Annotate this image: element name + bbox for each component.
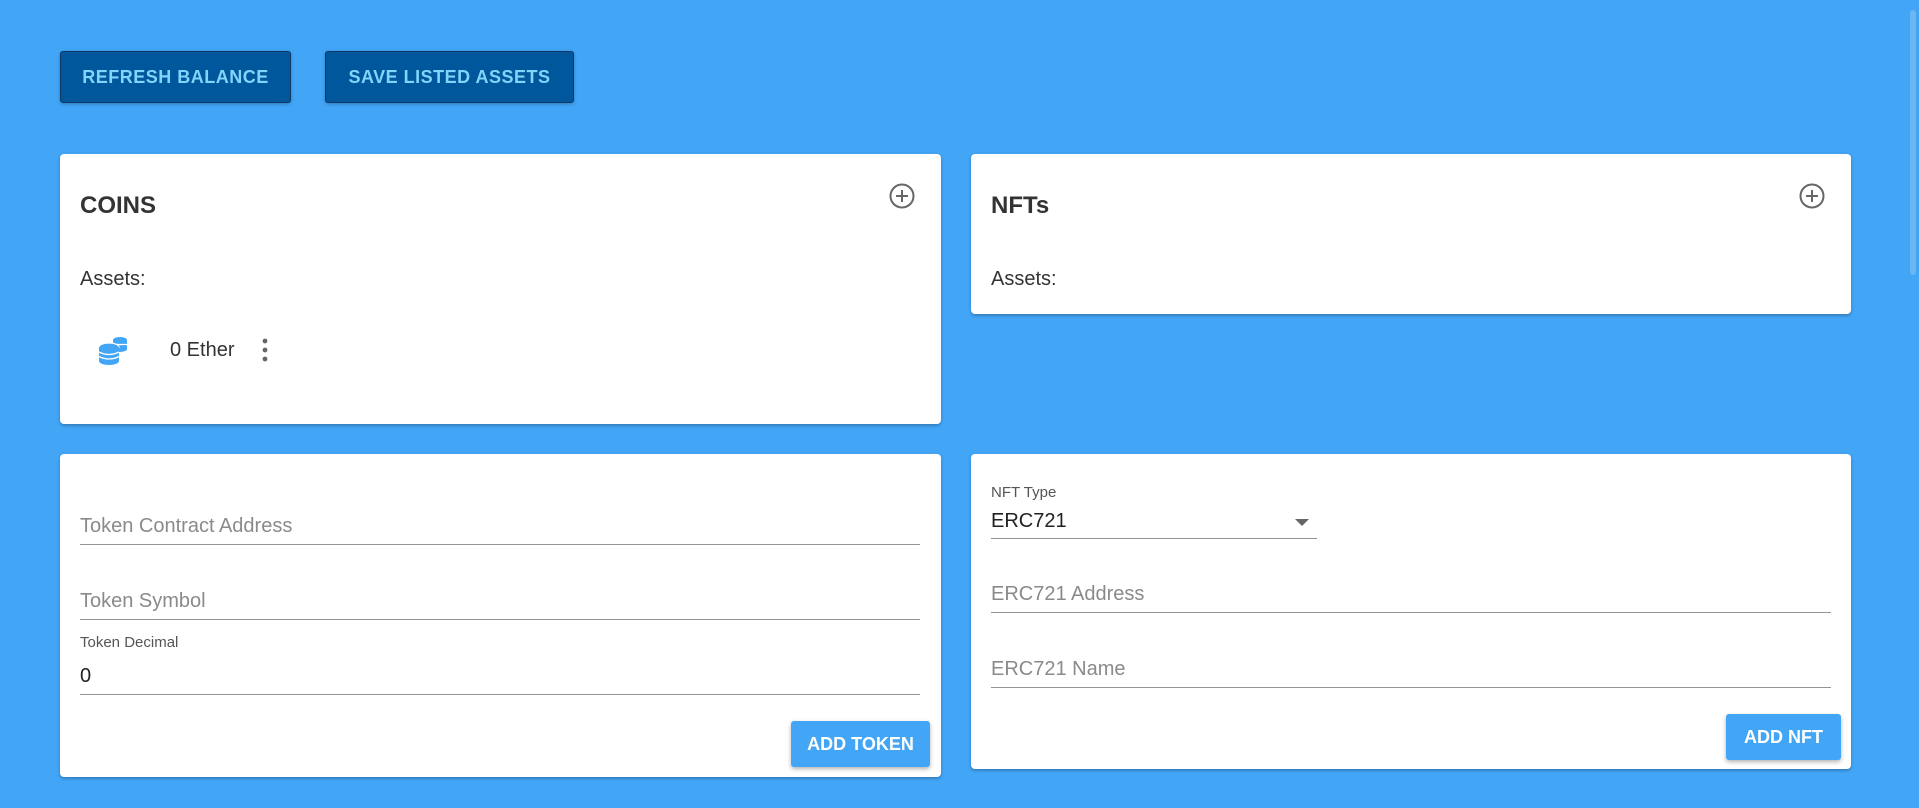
nft-type-label: NFT Type bbox=[991, 484, 1057, 501]
coins-card-title: COINS bbox=[80, 192, 157, 219]
dropdown-arrow-icon bbox=[1295, 519, 1309, 526]
token-contract-address-input[interactable] bbox=[80, 515, 920, 538]
token-symbol-field bbox=[80, 557, 920, 620]
save-listed-assets-button[interactable]: SAVE LISTED ASSETS bbox=[325, 51, 574, 103]
erc721-address-field bbox=[991, 550, 1831, 613]
coin-balance-text: 0 Ether bbox=[170, 338, 235, 361]
vertical-scrollbar[interactable] bbox=[1907, 0, 1919, 808]
nfts-card: NFTs Assets: bbox=[971, 154, 1851, 314]
more-vert-icon[interactable] bbox=[260, 337, 270, 363]
erc721-name-field bbox=[991, 625, 1831, 688]
token-decimal-field: Token Decimal bbox=[80, 632, 920, 695]
coins-icon bbox=[98, 337, 127, 365]
add-circle-icon[interactable] bbox=[1797, 181, 1827, 211]
erc721-address-input[interactable] bbox=[991, 583, 1831, 606]
add-circle-icon[interactable] bbox=[887, 181, 917, 211]
scrollbar-thumb[interactable] bbox=[1910, 10, 1916, 275]
coins-card: COINS Assets: 0 Ether bbox=[60, 154, 941, 424]
add-nft-button[interactable]: ADD NFT bbox=[1726, 714, 1841, 760]
token-symbol-input[interactable] bbox=[80, 590, 920, 613]
erc721-name-input[interactable] bbox=[991, 658, 1831, 681]
nft-type-value: ERC721 bbox=[991, 510, 1067, 532]
token-decimal-input[interactable] bbox=[80, 665, 920, 688]
add-nft-card: NFT Type ERC721 ADD NFT bbox=[971, 454, 1851, 769]
add-token-card: Token Decimal ADD TOKEN bbox=[60, 454, 941, 777]
coin-list-item: 0 Ether bbox=[96, 330, 270, 370]
nfts-card-title: NFTs bbox=[991, 192, 1050, 219]
refresh-balance-button[interactable]: REFRESH BALANCE bbox=[60, 51, 291, 103]
nfts-assets-label: Assets: bbox=[991, 268, 1057, 290]
coins-assets-label: Assets: bbox=[80, 268, 146, 290]
add-token-button[interactable]: ADD TOKEN bbox=[791, 721, 930, 767]
token-decimal-label: Token Decimal bbox=[80, 634, 179, 651]
token-contract-address-field bbox=[80, 482, 920, 545]
nft-type-select[interactable]: NFT Type ERC721 bbox=[991, 482, 1317, 539]
